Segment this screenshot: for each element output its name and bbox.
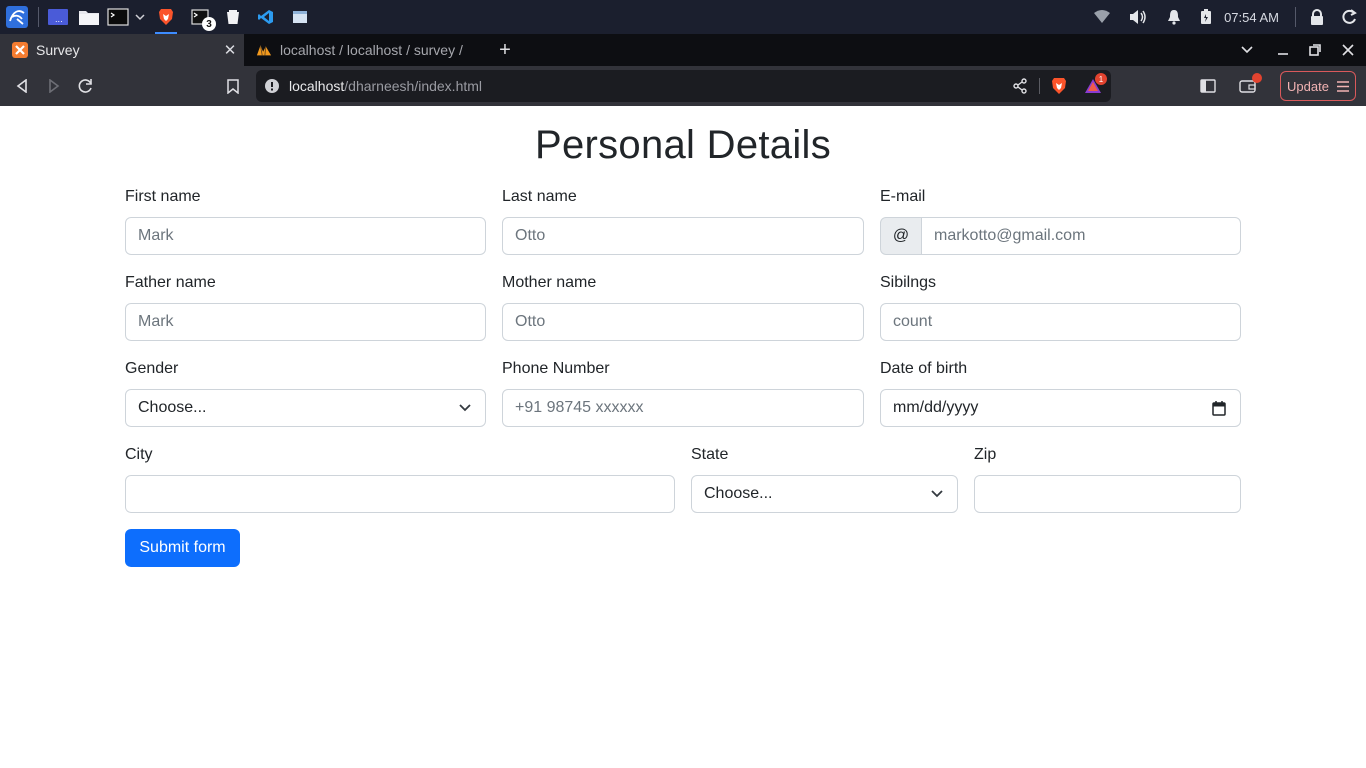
file-manager-icon[interactable] (73, 0, 105, 34)
trash-icon[interactable] (217, 0, 249, 34)
dob-value: mm/dd/yyyy (893, 399, 979, 416)
minimize-window-icon[interactable] (1267, 34, 1299, 66)
gender-select[interactable]: Choose... (125, 389, 486, 427)
os-taskbar: ... 3 07:54 AM (0, 0, 1366, 34)
url-path: /dharneesh/index.html (344, 78, 483, 94)
tab-search-icon[interactable] (1231, 34, 1263, 66)
vscode-icon[interactable] (249, 0, 283, 34)
city-label: City (125, 446, 153, 463)
chevron-down-icon[interactable] (131, 0, 149, 34)
last-name-input[interactable]: Otto (502, 217, 864, 255)
clock[interactable]: 07:54 AM (1220, 10, 1289, 25)
mother-name-placeholder: Otto (515, 313, 546, 330)
svg-text:...: ... (55, 15, 63, 24)
site-info-icon[interactable] (264, 78, 280, 94)
first-name-label: First name (125, 188, 201, 205)
wallet-icon[interactable] (1236, 73, 1262, 98)
state-label: State (691, 446, 729, 463)
submit-form-button[interactable]: Submit form (125, 529, 240, 567)
phone-input[interactable]: +91 98745 xxxxxx (502, 389, 864, 427)
zip-input[interactable] (974, 475, 1241, 513)
forward-icon[interactable] (42, 74, 66, 98)
dob-input[interactable]: mm/dd/yyyy (880, 389, 1241, 427)
last-name-label: Last name (502, 188, 577, 205)
terminal-group-icon[interactable]: 3 (183, 0, 217, 34)
share-icon[interactable] (1009, 76, 1031, 96)
tab-phpmyadmin[interactable]: localhost / localhost / survey / (244, 34, 476, 66)
notifications-bell-icon[interactable] (1156, 0, 1192, 34)
gender-selected: Choose... (138, 399, 207, 416)
siblings-label: Sibilngs (880, 274, 937, 291)
page-title: Personal Details (534, 123, 832, 167)
show-desktop-icon[interactable]: ... (43, 0, 73, 34)
logout-icon[interactable] (1332, 0, 1366, 34)
volume-icon[interactable] (1120, 0, 1156, 34)
new-tab-button[interactable]: + (494, 34, 516, 66)
father-name-placeholder: Mark (138, 313, 174, 330)
mother-name-input[interactable]: Otto (502, 303, 864, 341)
city-input[interactable] (125, 475, 675, 513)
tab-survey[interactable]: Survey ✕ (0, 34, 244, 66)
xampp-favicon-icon (12, 42, 28, 58)
app-menu-icon[interactable] (0, 0, 34, 34)
siblings-placeholder: count (893, 313, 933, 330)
url-text[interactable]: localhost/dharneesh/index.html (289, 78, 482, 94)
state-selected: Choose... (704, 485, 773, 502)
window-app-icon[interactable] (283, 0, 317, 34)
maximize-window-icon[interactable] (1299, 34, 1331, 66)
browser-toolbar: localhost/dharneesh/index.html 1 Update (0, 66, 1366, 106)
email-label: E-mail (880, 188, 926, 205)
tab-title: localhost / localhost / survey / (280, 42, 463, 58)
address-bar[interactable]: localhost/dharneesh/index.html 1 (256, 70, 1111, 102)
last-name-placeholder: Otto (515, 227, 546, 244)
brave-shields-icon[interactable] (1048, 76, 1070, 96)
terminal-icon[interactable] (105, 0, 131, 34)
update-button[interactable]: Update (1280, 71, 1356, 101)
first-name-input[interactable]: Mark (125, 217, 486, 255)
email-input[interactable]: markotto@gmail.com (921, 217, 1241, 255)
zip-label: Zip (974, 446, 997, 463)
close-tab-icon[interactable]: ✕ (218, 38, 242, 62)
father-name-input[interactable]: Mark (125, 303, 486, 341)
brave-rewards-icon[interactable]: 1 (1082, 73, 1107, 96)
chevron-down-icon (931, 490, 943, 498)
siblings-input[interactable]: count (880, 303, 1241, 341)
back-icon[interactable] (10, 74, 34, 98)
first-name-placeholder: Mark (138, 227, 174, 244)
mother-name-label: Mother name (502, 274, 597, 291)
url-host: localhost (289, 78, 345, 94)
phpmyadmin-favicon-icon (256, 42, 272, 58)
calendar-icon[interactable] (1212, 401, 1226, 416)
state-select[interactable]: Choose... (691, 475, 958, 513)
window-count-badge: 3 (202, 17, 216, 31)
bookmark-icon[interactable] (221, 74, 245, 98)
close-window-icon[interactable] (1332, 34, 1364, 66)
update-label: Update (1287, 78, 1329, 94)
phone-placeholder: +91 98745 xxxxxx (515, 399, 644, 416)
wifi-icon[interactable] (1084, 0, 1120, 34)
battery-icon[interactable] (1192, 0, 1220, 34)
gender-label: Gender (125, 360, 179, 377)
email-at-addon: @ (880, 217, 922, 255)
wallet-dot (1252, 73, 1262, 83)
sidebar-toggle-icon[interactable] (1196, 74, 1220, 98)
brave-taskbar-icon[interactable] (149, 0, 183, 34)
tab-title: Survey (36, 42, 80, 58)
dob-label: Date of birth (880, 360, 968, 377)
rewards-badge: 1 (1095, 73, 1107, 85)
chevron-down-icon (459, 404, 471, 412)
email-placeholder: markotto@gmail.com (934, 227, 1086, 244)
reload-icon[interactable] (74, 74, 98, 98)
phone-label: Phone Number (502, 360, 610, 377)
menu-icon (1337, 81, 1349, 92)
lock-screen-icon[interactable] (1302, 0, 1332, 34)
father-name-label: Father name (125, 274, 216, 291)
page-content: Personal Details First name Mark Last na… (0, 106, 1366, 768)
